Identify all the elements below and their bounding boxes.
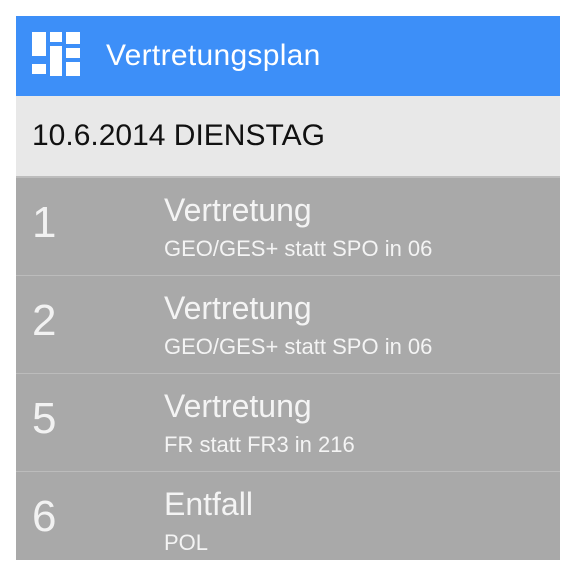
period-number: 5 (32, 394, 57, 443)
list-item[interactable]: 2 Vertretung GEO/GES+ statt SPO in 06 (16, 276, 560, 374)
period-number: 6 (32, 492, 57, 541)
period-number: 2 (32, 296, 57, 345)
date-label: 10.6.2014 DIENSTAG (32, 119, 325, 152)
app-logo-icon (32, 32, 80, 76)
entry-type: Vertretung (164, 290, 312, 326)
entry-type: Vertretung (164, 192, 312, 228)
entry-detail: FR statt FR3 in 216 (164, 432, 355, 457)
list-item[interactable]: 1 Vertretung GEO/GES+ statt SPO in 06 (16, 178, 560, 276)
entry-detail: GEO/GES+ statt SPO in 06 (164, 334, 433, 359)
entry-type: Vertretung (164, 388, 312, 424)
entry-detail: POL (164, 530, 209, 555)
list-item[interactable]: 5 Vertretung FR statt FR3 in 216 (16, 374, 560, 472)
entry-detail: GEO/GES+ statt SPO in 06 (164, 236, 433, 261)
period-number: 1 (32, 198, 57, 247)
app-screen: Vertretungsplan 10.6.2014 DIENSTAG 1 Ver… (16, 16, 560, 560)
list-item[interactable]: 6 Entfall POL (16, 472, 560, 560)
app-title: Vertretungsplan (106, 39, 321, 72)
entry-type: Entfall (164, 486, 253, 522)
app-bar: Vertretungsplan (16, 16, 560, 96)
substitution-list: 1 Vertretung GEO/GES+ statt SPO in 06 2 … (16, 178, 560, 560)
date-header: 10.6.2014 DIENSTAG (16, 96, 560, 178)
